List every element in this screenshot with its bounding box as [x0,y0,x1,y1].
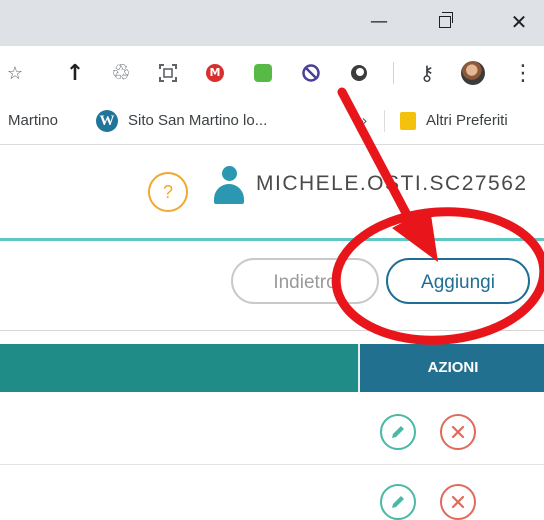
recycle-icon[interactable]: ♲ [108,60,134,86]
maximize-button[interactable] [430,8,460,36]
edit-button[interactable] [380,414,416,450]
screenshot-icon[interactable] [155,60,181,86]
delete-icon [451,495,465,509]
bookmarks-overflow-icon[interactable]: » [358,111,368,130]
avatar [461,61,485,85]
star-icon[interactable]: ☆ [2,60,28,86]
table-row [0,468,544,520]
upload-arrow-icon[interactable]: ↑ [62,60,88,86]
minimize-button[interactable]: — [364,8,394,36]
table-row [0,404,544,465]
user-icon [214,166,244,206]
circle-extension-icon[interactable] [346,60,372,86]
table-header: AZIONI [0,344,544,392]
section-divider [0,330,544,331]
bookmarks-separator [384,110,385,132]
bookmark-altri-preferiti[interactable]: Altri Preferiti [426,112,508,129]
browser-toolbar: ☆ ↑ ♲ M ⚷ ⋮ [0,46,544,100]
add-button[interactable]: Aggiungi [386,258,530,304]
annotation-arrowhead [392,208,438,262]
bookmarks-bar: Martino Sito San Martino lo... Altri Pre… [0,100,544,145]
bookmark-sito-san-martino[interactable]: Sito San Martino lo... [128,112,267,129]
green-extension-icon[interactable] [250,60,276,86]
window-titlebar: — ✕ [0,0,544,46]
delete-button[interactable] [440,484,476,520]
toolbar-separator [393,62,394,84]
mail-extension-icon[interactable]: M [202,60,228,86]
back-button[interactable]: Indietro [231,258,379,304]
actions-column-header: AZIONI [358,344,544,392]
wordpress-icon: W [96,110,118,132]
bookmark-martino[interactable]: Martino [8,112,58,129]
more-menu-icon[interactable]: ⋮ [510,60,536,86]
edit-icon [392,496,404,508]
maximize-icon [439,12,453,28]
delete-icon [451,425,465,439]
profile-avatar[interactable] [460,60,486,86]
close-button[interactable]: ✕ [504,8,534,36]
folder-icon [400,112,416,130]
edit-icon [392,426,404,438]
delete-button[interactable] [440,414,476,450]
help-button[interactable]: ? [148,172,188,212]
username-label: MICHELE.OSTI.SC27562 [256,172,528,195]
header-divider [0,238,544,241]
key-icon[interactable]: ⚷ [414,60,440,86]
edit-button[interactable] [380,484,416,520]
block-icon[interactable] [298,60,324,86]
